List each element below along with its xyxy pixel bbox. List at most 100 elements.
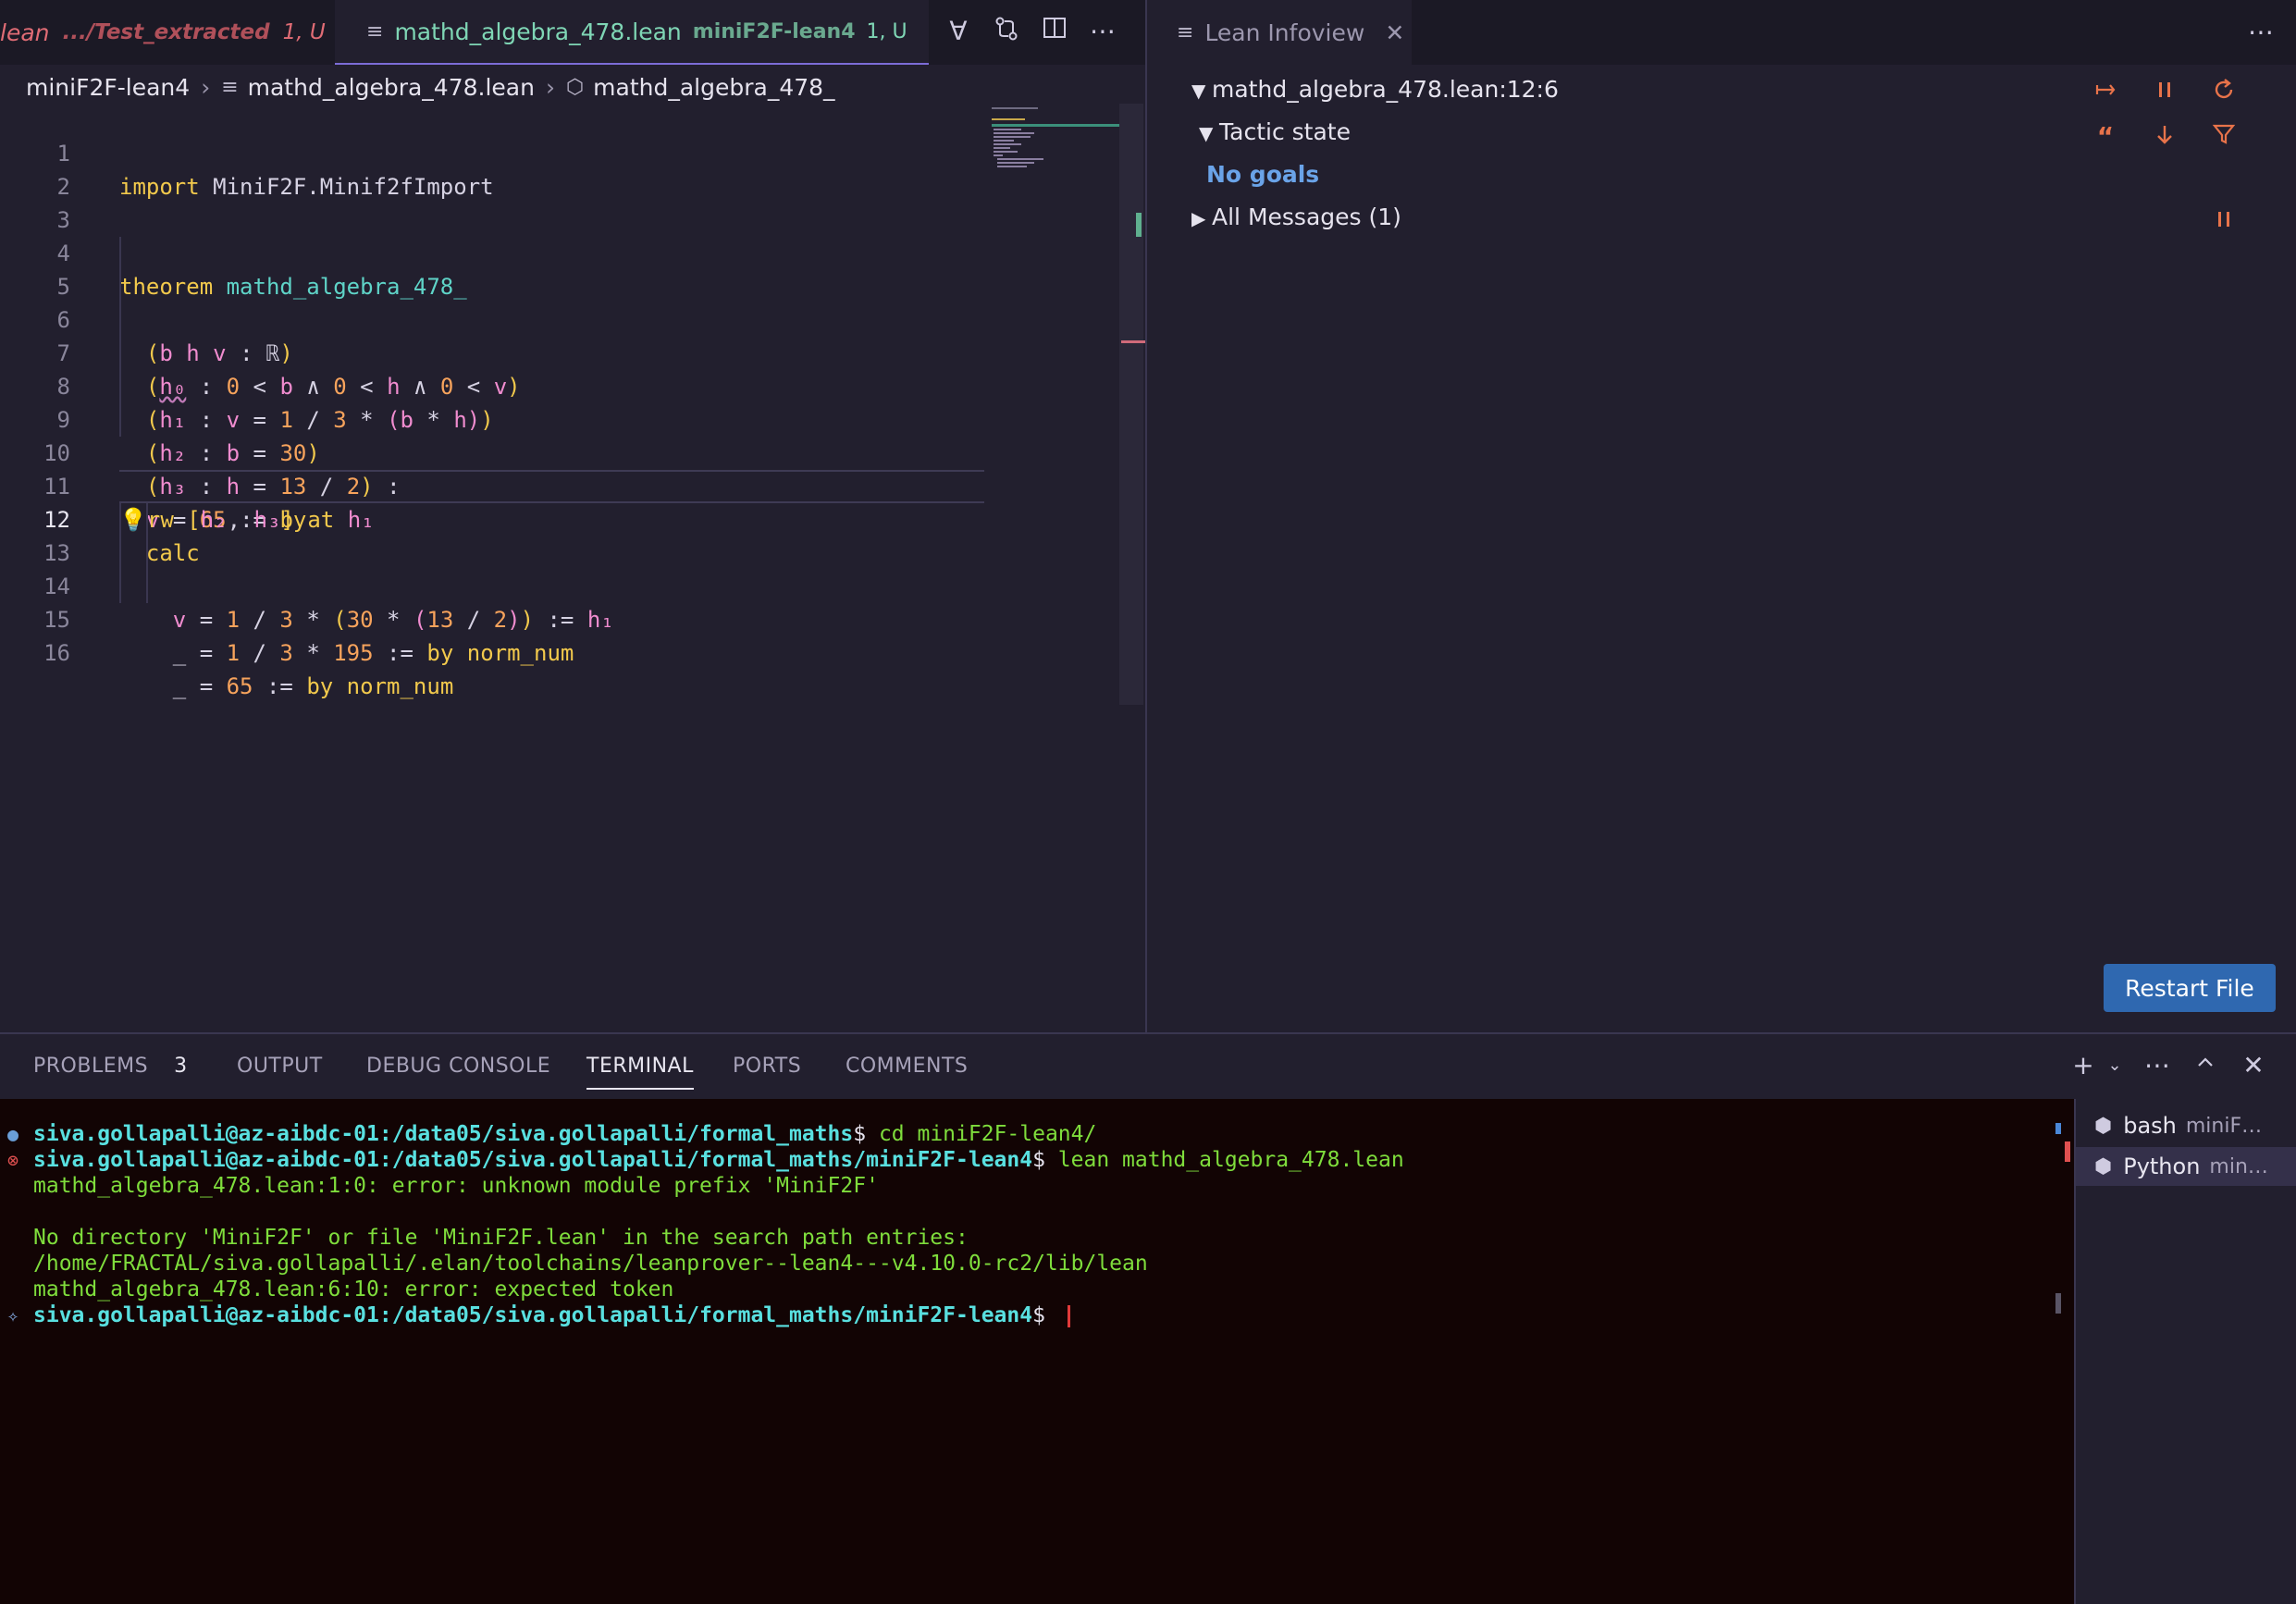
tab-problems[interactable]: PROBLEMS 3 (33, 1034, 188, 1099)
code-line: 8 (h₂ : b = 30) (0, 337, 984, 466)
breadcrumb: miniF2F-lean4 › ≡ mathd_algebra_478.lean… (26, 68, 835, 105)
tab-mathd-algebra-478[interactable]: ≡ mathd_algebra_478.lean miniF2F-lean4 1… (335, 0, 929, 65)
lean-infoview: ≡ Lean Infoview ✕ ⋯ ▼ mathd_algebra_478.l… (1145, 0, 2296, 1032)
terminal-cwd: miniF… (2185, 1114, 2263, 1138)
code-line: 10 v = 65 := by (0, 403, 984, 533)
terminal-list: ⬢ bash miniF… ⬢ Python min… (2074, 1099, 2296, 1604)
line-text: _ = 1 / 3 * 195 := by norm_num (172, 640, 574, 666)
triangle-down-icon: ▼ (1199, 122, 1214, 144)
line-number: 16 (43, 640, 70, 666)
file-lines-icon: ≡ (221, 75, 239, 99)
chevron-down-icon[interactable]: ⌄ (2096, 1049, 2133, 1082)
triangle-down-icon: ▼ (1191, 80, 1206, 102)
more-actions-icon[interactable]: ⋯ (2248, 17, 2274, 47)
infoview-tab-bar: ≡ Lean Infoview ✕ ⋯ (1147, 0, 2296, 65)
tab-test-extracted[interactable]: lean .../Test_extracted 1, U (0, 0, 335, 65)
terminal[interactable]: ● siva.gollapalli@az-aibdc-01:/data05/si… (0, 1099, 2074, 1604)
line-text: _ = 65 := by norm_num (172, 673, 454, 699)
chevron-right-icon: › (201, 73, 211, 101)
tab-path: .../Test_extracted (62, 20, 270, 44)
tactic-state-header[interactable]: ▼ Tactic state (1199, 118, 1351, 145)
code-line: 5 (b h v : ℝ) (0, 237, 984, 366)
breadcrumb-folder[interactable]: miniF2F-lean4 (26, 74, 190, 101)
file-lines-icon: ≡ (1177, 20, 1194, 44)
more-actions-icon[interactable]: ⋯ (1084, 15, 1121, 48)
all-messages-header[interactable]: ▶ All Messages (1) (1191, 204, 1401, 230)
goals-status: No goals (1206, 161, 1319, 188)
editor-tab-bar: lean .../Test_extracted 1, U ≡ mathd_alg… (0, 0, 1145, 65)
tab-ports[interactable]: PORTS (733, 1034, 801, 1099)
more-actions-icon[interactable]: ⋯ (2139, 1049, 2176, 1082)
chevron-right-icon: › (545, 73, 555, 101)
restart-file-button[interactable]: Restart File (2104, 964, 2276, 1012)
breadcrumb-file[interactable]: mathd_algebra_478.lean (248, 74, 535, 101)
split-editor-icon[interactable] (1036, 15, 1073, 49)
sparkle-icon[interactable]: ✧ (7, 1302, 19, 1328)
tab-label: mathd_algebra_478.lean (394, 18, 682, 45)
pause-icon[interactable] (2146, 76, 2183, 112)
location-label: mathd_algebra_478.lean:12:6 (1212, 76, 1559, 103)
command-error-icon[interactable]: ⊗ (7, 1147, 19, 1173)
arrow-down-icon[interactable] (2146, 120, 2183, 156)
symbol-cube-icon: ⬡ (565, 75, 585, 99)
terminal-name: bash (2123, 1113, 2177, 1139)
terminal-cwd: min… (2209, 1154, 2268, 1178)
filter-icon[interactable] (2205, 120, 2242, 156)
quote-icon[interactable]: “ (2087, 120, 2124, 154)
terminal-line: siva.gollapalli@az-aibdc-01:/data05/siva… (33, 1122, 1097, 1146)
terminal-item-python[interactable]: ⬢ Python min… (2076, 1147, 2296, 1186)
code-line: 13 v = 1 / 3 * (30 * (13 / 2)) := h₁ (0, 503, 984, 633)
tab-terminal[interactable]: TERMINAL (586, 1034, 694, 1099)
terminal-item-bash[interactable]: ⬢ bash miniF… (2076, 1106, 2296, 1145)
tab-path: miniF2F-lean4 (692, 19, 856, 43)
minimap[interactable] (990, 104, 1121, 215)
bottom-panel: PROBLEMS 3 OUTPUT DEBUG CONSOLE TERMINAL … (0, 1032, 2296, 1604)
terminal-line: siva.gollapalli@az-aibdc-01:/data05/siva… (33, 1302, 1070, 1328)
file-lines-icon: ≡ (366, 19, 384, 43)
terminal-line: siva.gollapalli@az-aibdc-01:/data05/siva… (33, 1148, 1404, 1172)
code-line: 16 (0, 603, 984, 666)
code-editor[interactable]: 1 import MiniF2F.Minif2fImport 2 3 4 the… (0, 104, 984, 699)
no-goals-text: No goals (1206, 161, 1320, 188)
tab-output[interactable]: OUTPUT (237, 1034, 323, 1099)
code-line: 6 (h₀ : 0 < b ∧ 0 < h ∧ 0 < v) (0, 270, 984, 400)
tab-label: PROBLEMS (33, 1055, 149, 1078)
tab-problem-badge: 1, U (866, 19, 907, 43)
breadcrumb-symbol[interactable]: mathd_algebra_478_ (593, 74, 834, 101)
pause-messages-icon[interactable] (2205, 205, 2242, 241)
terminal-cube-icon: ⬢ (2094, 1114, 2113, 1138)
editor-scrollbar[interactable] (1119, 104, 1145, 705)
code-line: 4 theorem mathd_algebra_478_ (0, 204, 984, 300)
terminal-name: Python (2123, 1154, 2201, 1179)
command-success-dot-icon[interactable]: ● (7, 1121, 19, 1147)
panel-tab-bar: PROBLEMS 3 OUTPUT DEBUG CONSOLE TERMINAL … (0, 1034, 2296, 1099)
tab-label: Lean Infoview (1204, 19, 1365, 46)
close-panel-icon[interactable]: ✕ (2235, 1049, 2272, 1082)
tab-comments[interactable]: COMMENTS (846, 1034, 968, 1099)
refresh-icon[interactable] (2205, 76, 2242, 112)
code-line-current: 12 calc (0, 470, 984, 566)
tab-problem-badge: 1, U (282, 20, 326, 44)
tab-lean-infoview[interactable]: ≡ Lean Infoview ✕ (1147, 0, 1412, 65)
tab-debug-console[interactable]: DEBUG CONSOLE (366, 1034, 550, 1099)
code-line: 2 (0, 137, 984, 200)
code-line: 14 _ = 1 / 3 * 195 := by norm_num (0, 537, 984, 666)
terminal-output: No directory 'MiniF2F' or file 'MiniF2F.… (33, 1226, 969, 1250)
pin-icon[interactable] (2087, 76, 2124, 112)
infoview-location[interactable]: ▼ mathd_algebra_478.lean:12:6 (1191, 76, 1559, 103)
compare-changes-icon[interactable] (988, 15, 1025, 51)
problems-count-badge: 3 (174, 1055, 188, 1078)
all-messages-label: All Messages (1) (1212, 204, 1401, 230)
tab-label: lean (0, 19, 50, 46)
close-icon[interactable]: ✕ (928, 18, 929, 45)
close-icon[interactable]: ✕ (1385, 19, 1404, 46)
code-line: 7 (h₁ : v = 1 / 3 * (b * h)) (0, 303, 984, 433)
lean-forall-icon[interactable]: ∀ (940, 15, 977, 48)
editor-group: lean .../Test_extracted 1, U ≡ mathd_alg… (0, 0, 1145, 1032)
terminal-cursor (1067, 1304, 1070, 1327)
maximize-panel-icon[interactable] (2187, 1049, 2224, 1082)
triangle-right-icon: ▶ (1191, 207, 1206, 229)
code-line: 1 import MiniF2F.Minif2fImport (0, 104, 984, 200)
code-line: 9 (h₃ : h = 13 / 2) : (0, 370, 984, 500)
tactic-state-label: Tactic state (1219, 118, 1351, 145)
